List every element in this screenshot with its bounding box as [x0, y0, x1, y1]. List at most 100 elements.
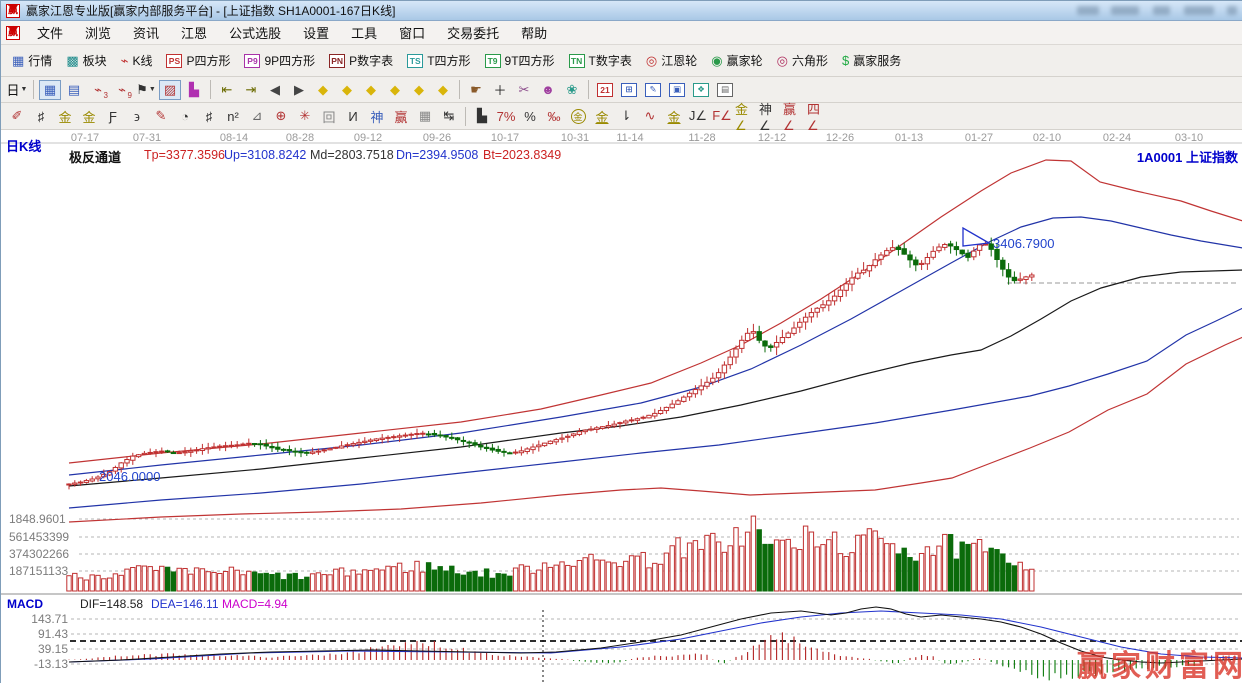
channel-up-value: Up=3108.8242: [224, 148, 306, 162]
tool-price-time-grid-button[interactable]: ▦: [414, 106, 436, 126]
tool-time-cycle-clock-button[interactable]: ◔: [174, 106, 196, 126]
tool-angle-line-j-button[interactable]: J∠: [687, 106, 709, 126]
menu-settings[interactable]: 设置: [292, 21, 340, 44]
titlebar-blurred-control-4[interactable]: [1184, 6, 1214, 15]
tool-mini-chart-9-button[interactable]: ⌁9: [111, 80, 133, 100]
tool-mark-knife-button[interactable]: ✎: [150, 106, 172, 126]
titlebar-blurred-control-1[interactable]: [1077, 6, 1099, 15]
tool-zoom-in-h-diamond-button[interactable]: ◆: [384, 80, 406, 100]
tool-gold-circle-tool-button[interactable]: 金: [567, 106, 589, 126]
toolbar-quotes-button[interactable]: ▦行情: [5, 49, 59, 72]
tool-angle-line-gold-button[interactable]: 金∠: [735, 106, 757, 126]
mini-chart-9-icon: ⌁: [118, 82, 126, 98]
tool-drag-hand-button[interactable]: ☛: [465, 80, 487, 100]
titlebar-blurred-control-5[interactable]: [1227, 6, 1237, 15]
tool-analysis-figure-button[interactable]: ❀: [561, 80, 583, 100]
tool-trend-knife-button[interactable]: ✐: [6, 106, 28, 126]
toolbar-t-square-button[interactable]: TST四方形: [400, 49, 477, 72]
tool-wave-band-button[interactable]: ∿: [639, 106, 661, 126]
tool-shen-marker-button[interactable]: 神: [366, 106, 388, 126]
tool-jump-first-button[interactable]: ⇤: [216, 80, 238, 100]
titlebar[interactable]: 赢 赢家江恩专业版[赢家内部服务平台] - [上证指数 SH1A0001-167…: [1, 1, 1242, 21]
tool-time-fib-lines-button[interactable]: ♯: [30, 106, 52, 126]
tool-percent-tool-button[interactable]: %: [519, 106, 541, 126]
tool-info-panel-button[interactable]: ▤: [63, 80, 85, 100]
tool-width-arrows-button[interactable]: ↹: [438, 106, 460, 126]
toolbar-hexagon-button[interactable]: ◎六角形: [770, 49, 835, 72]
tool-percent-line-button[interactable]: ‰: [543, 106, 565, 126]
tool-angle-line-four-button[interactable]: 四∠: [807, 106, 829, 126]
tool-density-lines-button[interactable]: ♯: [198, 106, 220, 126]
chart-area[interactable]: 日K线 07-1707-3108-1408-2809-1209-2610-171…: [1, 130, 1242, 683]
toolbar-winner-wheel-button[interactable]: ◉赢家轮: [704, 49, 769, 72]
tool-gann-box-button[interactable]: 回: [318, 106, 340, 126]
tool-gann-star-button[interactable]: ✳: [294, 106, 316, 126]
volume-axis-label-1: 561453399: [9, 530, 69, 544]
tool-step-back-button[interactable]: ◀: [264, 80, 286, 100]
tool-angle-line-shen-button[interactable]: 神∠: [759, 106, 781, 126]
tool-flag-tool-button[interactable]: ⚑▼: [135, 80, 157, 100]
toolbar-9p-square-button[interactable]: P99P四方形: [237, 49, 322, 72]
menu-help[interactable]: 帮助: [510, 21, 558, 44]
tool-network-data-button[interactable]: ❖: [690, 80, 712, 100]
tool-zoom-out-h-diamond-button[interactable]: ◆: [360, 80, 382, 100]
tool-golden-ratio-h-button[interactable]: 金: [78, 106, 100, 126]
toolbar-p-number-table-button[interactable]: PNP数字表: [322, 49, 400, 72]
tool-period-selector-button[interactable]: 日▼: [6, 80, 28, 100]
tool-ying-marker-button[interactable]: 赢: [390, 106, 412, 126]
toolbar-t-number-table-button[interactable]: TNT数字表: [562, 49, 639, 72]
tool-scale-ruler-button[interactable]: ▙: [471, 106, 493, 126]
date-tick-11-28: 11-28: [688, 132, 715, 144]
menu-window[interactable]: 窗口: [388, 21, 436, 44]
menu-formula-picker[interactable]: 公式选股: [218, 21, 292, 44]
tool-gold-band-button[interactable]: 金: [663, 106, 685, 126]
toolbar-gann-wheel-button[interactable]: ◎江恩轮: [639, 49, 704, 72]
menu-gann[interactable]: 江恩: [170, 21, 218, 44]
tool-print-button[interactable]: ▤: [714, 80, 736, 100]
menu-browse[interactable]: 浏览: [74, 21, 122, 44]
tool-spiral-tool-button[interactable]: ϶: [126, 106, 148, 126]
toolbar-p-square-button[interactable]: PSP四方形: [159, 49, 237, 72]
tool-notepad-button[interactable]: ✎: [642, 80, 664, 100]
tool-pan-left-diamond-button[interactable]: ◆: [312, 80, 334, 100]
volume-axis-label-3: 187151133: [9, 564, 68, 578]
toolbar-winner-service-button[interactable]: $赢家服务: [835, 49, 908, 72]
tool-calendar-button[interactable]: 21: [594, 80, 616, 100]
titlebar-blurred-control-2[interactable]: [1111, 6, 1139, 15]
menu-news[interactable]: 资讯: [122, 21, 170, 44]
toolbar-sectors-button[interactable]: ▩板块: [59, 49, 113, 72]
tool-measure-scissors-button[interactable]: ✂: [513, 80, 535, 100]
tool-mini-chart-3-button[interactable]: ⌁3: [87, 80, 109, 100]
tool-angle-line-ying-button[interactable]: 赢∠: [783, 106, 805, 126]
tool-n-square-button[interactable]: n²: [222, 106, 244, 126]
winner-service-icon: $: [842, 54, 849, 68]
tool-zigzag-mark-button[interactable]: И: [342, 106, 364, 126]
time-fib-lines-icon: ♯: [38, 109, 45, 124]
tool-save-button[interactable]: ▣: [666, 80, 688, 100]
tool-golden-ratio-v-button[interactable]: 金: [54, 106, 76, 126]
menu-trade-order[interactable]: 交易委托: [436, 21, 510, 44]
tool-arrow-annotate-button[interactable]: ⇂: [615, 106, 637, 126]
tool-jump-last-button[interactable]: ⇥: [240, 80, 262, 100]
toolbar-9t-square-button[interactable]: T99T四方形: [478, 49, 562, 72]
tool-fan-f-button[interactable]: Ƒ: [102, 106, 124, 126]
tool-gann-figure-button[interactable]: ☻: [537, 80, 559, 100]
tool-step-forward-button[interactable]: ▶: [288, 80, 310, 100]
tool-crosshair-button[interactable]: ＋: [489, 80, 511, 100]
tool-gann-circle-button[interactable]: ⊕: [270, 106, 292, 126]
tool-pan-right-diamond-button[interactable]: ◆: [336, 80, 358, 100]
menu-file[interactable]: 文件: [26, 21, 74, 44]
menu-tools[interactable]: 工具: [340, 21, 388, 44]
tool-region-zoom-button[interactable]: ▨: [159, 80, 181, 100]
titlebar-blurred-control-3[interactable]: [1153, 6, 1170, 15]
tool-window-layout-button[interactable]: ▦: [39, 80, 61, 100]
tool-colored-histogram-button[interactable]: ▙: [183, 80, 205, 100]
tool-angle-line-f-button[interactable]: F∠: [711, 106, 733, 126]
tool-zoom-in-all-diamond-button[interactable]: ◆: [432, 80, 454, 100]
tool-zoom-out-all-diamond-button[interactable]: ◆: [408, 80, 430, 100]
tool-percent-retrace-button[interactable]: 7%: [495, 106, 517, 126]
toolbar-kline-button[interactable]: ⌁K线: [114, 49, 160, 72]
tool-mirror-line-button[interactable]: ⊿: [246, 106, 268, 126]
tool-gold-line-tool-button[interactable]: 金: [591, 106, 613, 126]
tool-calculator-button[interactable]: ⊞: [618, 80, 640, 100]
